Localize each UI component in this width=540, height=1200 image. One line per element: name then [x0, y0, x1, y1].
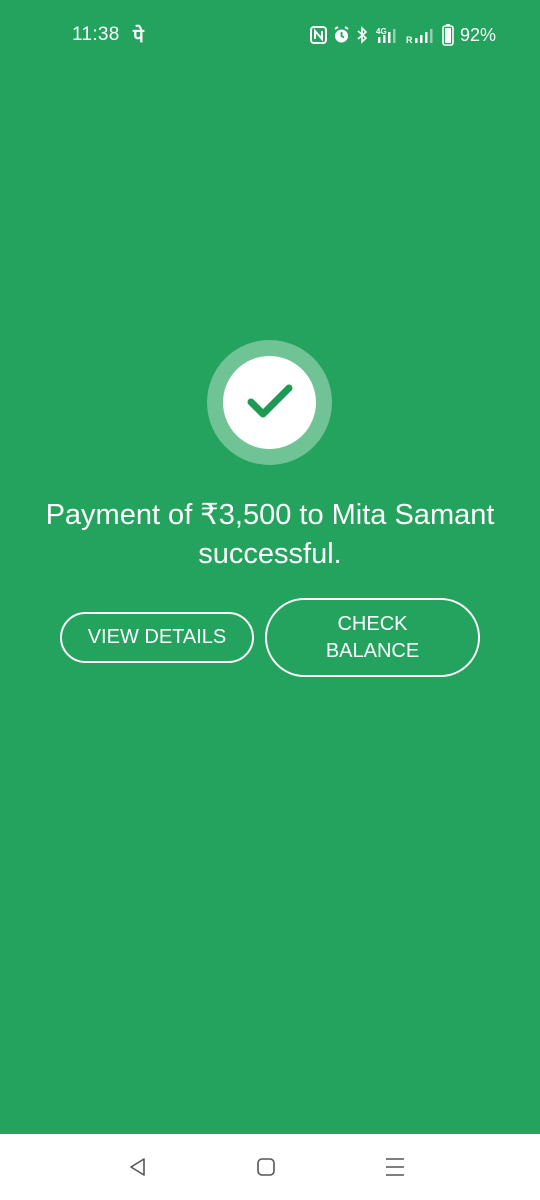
network-label: 4G — [376, 27, 387, 36]
status-time: 11:38 — [72, 24, 120, 45]
check-balance-button[interactable]: CHECK BALANCE — [265, 598, 480, 677]
recents-icon[interactable] — [382, 1154, 408, 1180]
signal-icon: R — [406, 26, 436, 44]
view-details-button[interactable]: VIEW DETAILS — [60, 612, 254, 663]
nfc-icon — [309, 26, 327, 44]
back-icon[interactable] — [125, 1154, 151, 1180]
alarm-icon — [333, 26, 350, 44]
bluetooth-icon — [356, 26, 368, 44]
mobile-data-icon: 4G — [374, 26, 400, 44]
payment-success-message: Payment of ₹3,500 to Mita Samant success… — [45, 499, 495, 570]
roaming-label: R — [406, 35, 413, 44]
home-icon[interactable] — [253, 1154, 279, 1180]
success-check-disc — [223, 356, 316, 449]
battery-icon — [442, 24, 454, 46]
status-app-glyph: पे — [133, 26, 144, 47]
success-check-halo — [207, 340, 332, 465]
battery-percent: 92% — [459, 24, 496, 45]
status-icons: 4G R 92% — [309, 22, 496, 48]
navigation-bar — [0, 1134, 540, 1200]
status-bar: 11:38 पे 4G R 92% — [0, 0, 540, 70]
